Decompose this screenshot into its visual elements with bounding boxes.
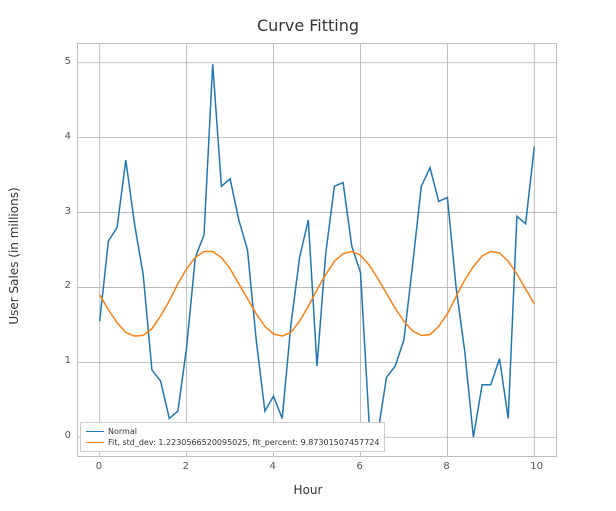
chart-title: Curve Fitting bbox=[0, 16, 616, 35]
series-normal bbox=[100, 64, 535, 437]
legend-swatch-fit bbox=[86, 442, 104, 443]
y-tick: 0 bbox=[65, 430, 71, 441]
x-tick: 2 bbox=[183, 461, 189, 472]
plot-svg bbox=[78, 44, 556, 456]
y-tick: 4 bbox=[65, 131, 71, 142]
x-tick: 6 bbox=[356, 461, 362, 472]
y-tick: 5 bbox=[65, 56, 71, 67]
y-tick: 1 bbox=[65, 355, 71, 366]
series-fit bbox=[100, 252, 535, 337]
x-tick: 0 bbox=[96, 461, 102, 472]
legend-entry-fit: Fit, std_dev: 1.2230566520095025, fit_pe… bbox=[86, 437, 379, 448]
y-tick: 3 bbox=[65, 206, 71, 217]
legend: Normal Fit, std_dev: 1.2230566520095025,… bbox=[80, 422, 385, 452]
x-tick: 8 bbox=[443, 461, 449, 472]
x-tick: 10 bbox=[530, 461, 543, 472]
gridlines bbox=[78, 44, 556, 456]
legend-label-fit: Fit, std_dev: 1.2230566520095025, fit_pe… bbox=[108, 437, 379, 448]
legend-swatch-normal bbox=[86, 431, 104, 432]
x-tick: 4 bbox=[270, 461, 276, 472]
x-axis-label: Hour bbox=[0, 483, 616, 497]
y-axis-label: User Sales (in millions) bbox=[7, 187, 21, 324]
legend-label-normal: Normal bbox=[108, 426, 137, 437]
y-tick: 2 bbox=[65, 280, 71, 291]
plot-area bbox=[77, 43, 557, 457]
chart-figure: Curve Fitting 0 2 4 6 8 10 0 1 2 3 4 5 Hour User S… bbox=[0, 0, 616, 511]
legend-entry-normal: Normal bbox=[86, 426, 379, 437]
